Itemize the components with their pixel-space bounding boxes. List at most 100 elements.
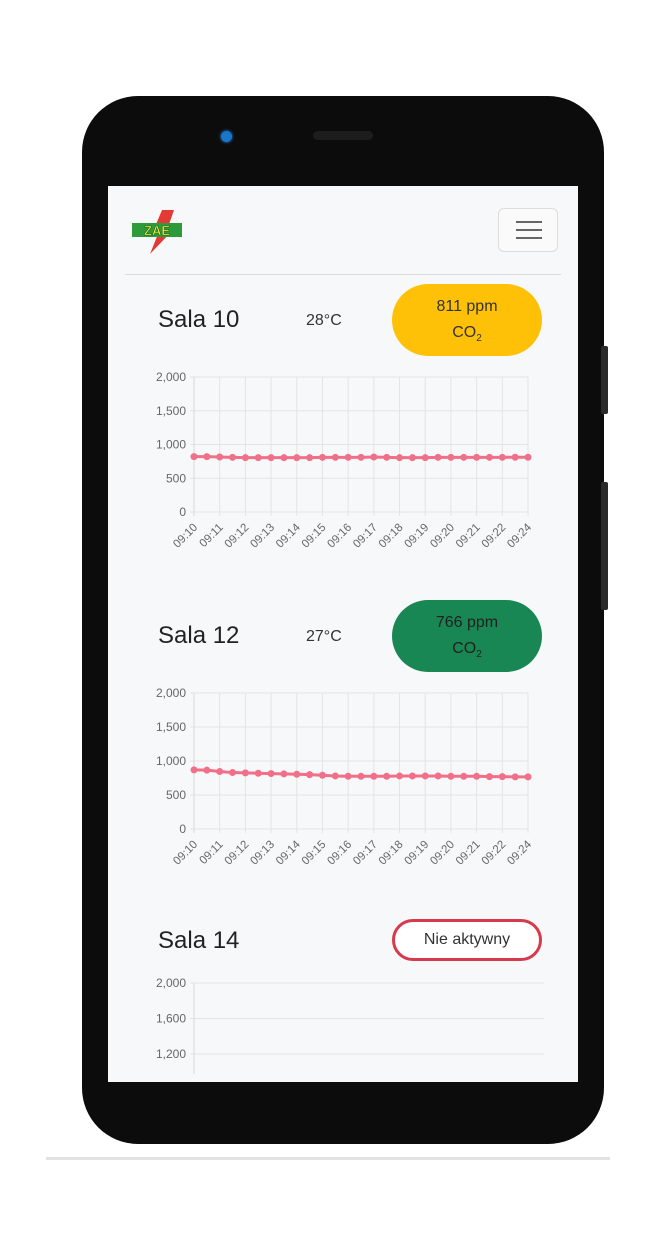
data-point (229, 769, 237, 777)
data-point (306, 454, 314, 462)
y-tick-label: 0 (179, 822, 186, 836)
data-point (524, 453, 532, 461)
x-tick-label: 09:24 (505, 838, 534, 867)
y-tick-label: 500 (166, 471, 186, 485)
data-point (460, 772, 468, 780)
data-point (357, 453, 365, 461)
navbar: ZAE (125, 186, 561, 275)
data-point (216, 453, 224, 461)
data-point (190, 453, 198, 461)
data-point (241, 769, 249, 777)
data-point (203, 453, 211, 461)
data-point (293, 454, 301, 462)
data-point (306, 771, 314, 779)
front-camera (221, 131, 232, 142)
data-point (460, 453, 468, 461)
y-tick-label: 500 (166, 788, 186, 802)
data-point (396, 772, 404, 780)
data-point (241, 454, 249, 462)
x-tick-label: 09:14 (274, 838, 303, 867)
data-point (357, 772, 365, 780)
phone-volume-button (601, 346, 608, 414)
data-point (434, 453, 442, 461)
data-point (511, 773, 519, 781)
data-point (229, 453, 237, 461)
data-point (280, 454, 288, 462)
room-temperature: 27°C (306, 628, 342, 645)
x-tick-label: 09:17 (351, 522, 380, 551)
co2-chart: 2,0001,5001,000500009:1009:1109:1209:130… (156, 686, 535, 868)
data-point (331, 772, 339, 780)
y-tick-label: 0 (179, 505, 186, 519)
data-point (370, 772, 378, 780)
surface-shadow (46, 1157, 610, 1160)
data-point (421, 772, 429, 780)
room-title: Sala 10 (158, 306, 240, 333)
data-point (434, 772, 442, 780)
x-tick-label: 09:11 (198, 522, 226, 550)
x-tick-label: 09:20 (428, 839, 457, 868)
co2-value: 811 ppm (436, 298, 498, 315)
room-temperature: 28°C (306, 312, 342, 329)
co2-chart: 2,000 1,600 1,200 (156, 976, 544, 1074)
x-tick-label: 09:18 (377, 839, 406, 868)
x-tick-label: 09:20 (428, 522, 457, 551)
co2-value: 766 ppm (435, 614, 499, 631)
y-tick-label: 1,600 (156, 1012, 186, 1026)
data-point (293, 770, 301, 778)
x-tick-label: 09:15 (300, 839, 329, 868)
data-point (421, 454, 429, 462)
data-point (190, 766, 198, 774)
x-tick-label: 09:13 (248, 839, 277, 868)
y-tick-label: 2,000 (156, 686, 186, 700)
x-tick-label: 09:16 (325, 522, 354, 551)
y-tick-label: 1,000 (156, 438, 186, 452)
x-tick-label: 09:17 (351, 839, 380, 868)
x-tick-label: 09:15 (300, 522, 329, 551)
x-tick-label: 09:22 (480, 522, 509, 551)
hamburger-menu-icon[interactable] (498, 208, 558, 252)
x-tick-label: 09:22 (480, 839, 509, 868)
zae-logo-icon[interactable]: ZAE (131, 206, 187, 256)
x-tick-label: 09:11 (198, 839, 226, 867)
data-point (485, 773, 493, 781)
data-point (254, 769, 262, 777)
x-tick-label: 09:18 (377, 522, 406, 551)
earpiece-speaker (313, 131, 373, 140)
data-point (331, 453, 339, 461)
data-point (383, 453, 391, 461)
x-tick-label: 09:24 (505, 521, 534, 550)
data-point (408, 454, 416, 462)
data-point (524, 773, 532, 781)
data-point (511, 453, 519, 461)
data-point (383, 772, 391, 780)
data-point (498, 773, 506, 781)
data-point (344, 772, 352, 780)
data-point (485, 453, 493, 461)
co2-unit: CO2 (452, 324, 482, 345)
inactive-status-badge: Nie aktywny (392, 919, 542, 961)
x-tick-label: 09:21 (454, 839, 483, 868)
co2-chart: 2,0001,5001,000500009:1009:1109:1209:130… (156, 370, 535, 551)
data-point (318, 453, 326, 461)
x-tick-label: 09:21 (454, 522, 483, 551)
data-point (473, 772, 481, 780)
data-point (216, 768, 224, 776)
y-tick-label: 1,500 (156, 404, 186, 418)
data-point (344, 453, 352, 461)
y-tick-label: 1,000 (156, 754, 186, 768)
room-title: Sala 12 (158, 622, 240, 649)
data-point (254, 454, 262, 462)
x-tick-label: 09:16 (325, 839, 354, 868)
phone-power-button (601, 482, 608, 610)
x-tick-label: 09:12 (223, 522, 252, 551)
data-point (408, 772, 416, 780)
logo-text: ZAE (144, 223, 170, 238)
y-tick-label: 1,500 (156, 720, 186, 734)
data-point (498, 453, 506, 461)
x-tick-label: 09:12 (223, 839, 252, 868)
data-point (318, 771, 326, 779)
data-point (396, 454, 404, 462)
data-point (447, 772, 455, 780)
data-point (447, 453, 455, 461)
